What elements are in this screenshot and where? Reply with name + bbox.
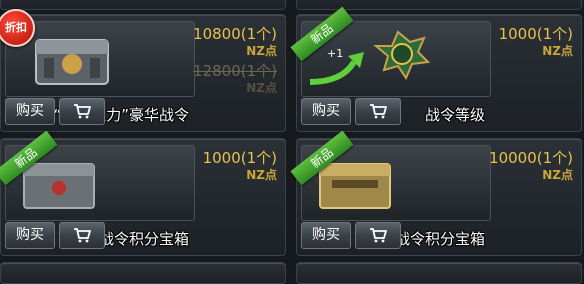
product-card-partial	[296, 262, 582, 284]
level-plus-label: +1	[327, 47, 344, 60]
cart-icon	[74, 228, 91, 243]
price: 1000(1个)	[202, 149, 277, 167]
add-to-cart-button[interactable]	[355, 222, 401, 249]
product-card-partial	[0, 262, 286, 284]
product-card: 新品 战令积分宝箱 1000(1个) NZ点 购买	[0, 130, 286, 256]
currency-label: NZ点	[542, 44, 573, 58]
price: 1000(1个)	[498, 25, 573, 43]
add-to-cart-button[interactable]	[59, 98, 105, 125]
price-block: 10000(1个) NZ点	[489, 147, 573, 182]
buy-button[interactable]: 购买	[5, 222, 55, 249]
price: 10800(1个)	[193, 25, 277, 43]
product-card: +1 新品 战令等级 1000(1个) NZ点 购买	[290, 6, 582, 132]
currency-label: NZ点	[246, 44, 277, 58]
currency-label: NZ点	[246, 168, 277, 182]
product-card: 折扣 “森林之力”豪华战令 10800(1个) NZ点 12800(1个) NZ…	[0, 9, 286, 132]
buy-button[interactable]: 购买	[301, 98, 351, 125]
price-block: 1000(1个) NZ点	[203, 147, 277, 182]
product-card-partial	[0, 0, 286, 10]
cart-icon	[370, 228, 387, 243]
buy-button[interactable]: 购买	[5, 98, 55, 125]
buy-button[interactable]: 购买	[301, 222, 351, 249]
original-currency-label: NZ点	[246, 81, 277, 95]
price-block: 10800(1个) NZ点 12800(1个) NZ点	[193, 23, 277, 95]
cart-icon	[74, 104, 91, 119]
item-name: 战令积分宝箱	[98, 230, 189, 248]
product-card: 新品 高级战令积分宝箱 10000(1个) NZ点 购买	[290, 130, 582, 256]
cart-icon	[370, 104, 387, 119]
item-name: 战令等级	[424, 106, 485, 124]
add-to-cart-button[interactable]	[355, 98, 401, 125]
original-price: 12800(1个)	[193, 62, 277, 80]
price-block: 1000(1个) NZ点	[499, 23, 573, 58]
price: 10000(1个)	[489, 149, 573, 167]
currency-label: NZ点	[542, 168, 573, 182]
add-to-cart-button[interactable]	[59, 222, 105, 249]
